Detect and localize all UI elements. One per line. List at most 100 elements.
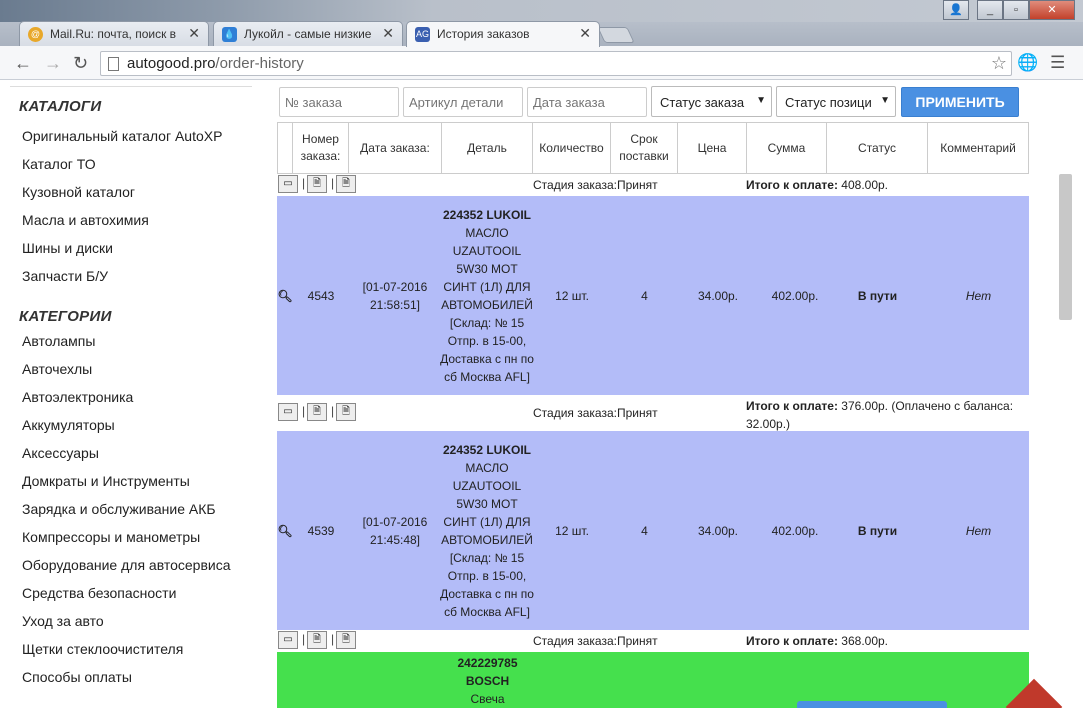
sidebar-item-body[interactable]: Кузовной каталог — [22, 184, 135, 200]
reload-icon[interactable]: ↻ — [73, 53, 88, 73]
browser-toolbar: ← → ↻ autogood.pro/order-history ☆ 🌐 ☰ — [0, 46, 1083, 80]
page-content: КАТАЛОГИ Оригинальный каталог AutoXP Кат… — [0, 81, 1083, 708]
header-sum: Сумма — [747, 122, 827, 174]
close-tab-icon[interactable]: ✕ — [579, 25, 591, 42]
sidebar-item-to[interactable]: Каталог ТО — [22, 156, 96, 172]
order-date: [01-07-2016 21:45:48] — [362, 514, 428, 547]
header-price: Цена — [678, 122, 747, 174]
tab-order-history[interactable]: AG История заказов ✕ — [406, 21, 600, 47]
sidebar-item-lamps[interactable]: Автолампы — [22, 333, 95, 349]
close-tab-icon[interactable]: ✕ — [382, 25, 394, 42]
address-bar[interactable]: autogood.pro/order-history ☆ — [100, 51, 1012, 76]
total-label: Итого к оплате: — [746, 634, 838, 648]
tab-label: Лукойл - самые низкие ц — [244, 27, 374, 41]
sidebar-item-electronics[interactable]: Автоэлектроника — [22, 389, 133, 405]
order-stage-row: ▭ | 🗎 | 🗎 Стадия заказа:Принят Итого к о… — [277, 174, 1029, 196]
back-icon[interactable]: ← — [14, 53, 32, 73]
status: В пути — [857, 523, 898, 538]
globe-icon[interactable]: 🌐 — [1017, 53, 1038, 73]
order-total: Итого к оплате: 408.00р. — [746, 178, 1026, 192]
order-total: Итого к оплате: 376.00р. (Оплачено с бал… — [746, 397, 1028, 433]
sidebar-item-accessories[interactable]: Аксессуары — [22, 445, 99, 461]
new-tab-button[interactable] — [597, 27, 635, 43]
categories-heading: КАТЕГОРИИ — [19, 308, 112, 325]
part-description: МАСЛО UZAUTOOIL 5W30 МОТ СИНТ (1Л) ДЛЯ А… — [440, 460, 534, 619]
header-order-date: Дата заказа: — [349, 122, 442, 174]
order-number: 4543 — [307, 288, 335, 303]
article-input[interactable] — [403, 87, 523, 117]
order-date-input[interactable] — [527, 87, 647, 117]
catalogs-heading: КАТАЛОГИ — [19, 98, 102, 115]
sidebar-item-batteries[interactable]: Аккумуляторы — [22, 417, 115, 433]
header-status: Статус — [827, 122, 928, 174]
document-icon[interactable]: 🗎 — [307, 175, 327, 193]
ag-favicon: AG — [415, 27, 430, 42]
minimize-button[interactable]: _ — [977, 0, 1003, 20]
sidebar-item-safety[interactable]: Средства безопасности — [22, 585, 176, 601]
sidebar-item-tires[interactable]: Шины и диски — [22, 240, 113, 256]
tab-mailru[interactable]: @ Mail.Ru: почта, поиск в и ✕ — [19, 21, 209, 46]
url-path: /order-history — [215, 55, 304, 72]
part-cell: 224352 LUKOIL МАСЛО UZAUTOOIL 5W30 МОТ С… — [439, 431, 535, 630]
part-cell: 242229785 BOSCH Свеча — [442, 654, 533, 708]
header-delivery-term: Срок поставки — [611, 122, 678, 174]
sidebar-item-jacks[interactable]: Домкраты и Инструменты — [22, 473, 190, 489]
header-comment: Комментарий — [928, 122, 1029, 174]
document-icon[interactable]: 🗎 — [307, 631, 327, 649]
header-part: Деталь — [442, 122, 533, 174]
scrollbar-thumb[interactable] — [1059, 174, 1072, 320]
order-stage-row: ▭ | 🗎 | 🗎 Стадия заказа:Принят Итого к о… — [277, 395, 1029, 431]
comment: Нет — [965, 288, 992, 303]
document-icon[interactable]: 🗎 — [307, 403, 327, 421]
close-tab-icon[interactable]: ✕ — [188, 25, 200, 42]
order-status-select[interactable]: Статус заказа ▼ — [651, 86, 772, 117]
delivery-term: 4 — [641, 288, 648, 303]
bookmark-star-icon[interactable]: ☆ — [991, 53, 1007, 74]
sidebar-item-covers[interactable]: Авточехлы — [22, 361, 92, 377]
chat-widget-tab[interactable] — [797, 701, 947, 708]
tab-lukoil[interactable]: 💧 Лукойл - самые низкие ц ✕ — [213, 21, 403, 46]
browser-titlebar: @ Mail.Ru: почта, поиск в и ✕ 💧 Лукойл -… — [0, 0, 1083, 47]
sidebar-item-compressors[interactable]: Компрессоры и манометры — [22, 529, 200, 545]
card-icon[interactable]: ▭ — [278, 403, 298, 421]
card-icon[interactable]: ▭ — [278, 175, 298, 193]
maximize-button[interactable]: ▫ — [1003, 0, 1029, 20]
status: В пути — [857, 288, 898, 303]
user-icon[interactable]: 👤 — [943, 0, 969, 20]
card-icon[interactable]: ▭ — [278, 631, 298, 649]
document-icon[interactable]: 🗎 — [336, 175, 356, 193]
sidebar-item-wipers[interactable]: Щетки стеклоочистителя — [22, 641, 183, 657]
sidebar-item-equipment[interactable]: Оборудование для автосервиса — [22, 557, 231, 573]
table-row[interactable]: 🔍︎ 4543 [01-07-2016 21:58:51] 224352 LUK… — [277, 196, 1029, 395]
search-icon[interactable]: 🔍︎ — [277, 431, 293, 630]
sidebar-item-care[interactable]: Уход за авто — [22, 613, 104, 629]
menu-icon[interactable]: ☰ — [1050, 53, 1065, 73]
forward-icon[interactable]: → — [44, 53, 62, 73]
close-window-button[interactable]: ✕ — [1029, 0, 1075, 20]
table-row[interactable]: 🔍︎ 4539 [01-07-2016 21:45:48] 224352 LUK… — [277, 431, 1029, 630]
order-number-input[interactable] — [279, 87, 399, 117]
price: 34.00р. — [697, 523, 739, 538]
sidebar-item-oils[interactable]: Масла и автохимия — [22, 212, 149, 228]
header-quantity: Количество — [533, 122, 611, 174]
sidebar-item-payment[interactable]: Способы оплаты — [22, 669, 132, 685]
part-code: 224352 LUKOIL — [442, 207, 532, 222]
sidebar-item-autoxp[interactable]: Оригинальный каталог AutoXP — [22, 128, 222, 144]
document-icon[interactable]: 🗎 — [336, 403, 356, 421]
order-status-value: Статус заказа — [660, 95, 745, 110]
document-icon[interactable]: 🗎 — [336, 631, 356, 649]
sidebar: КАТАЛОГИ Оригинальный каталог AutoXP Кат… — [0, 81, 265, 708]
sidebar-divider — [10, 86, 252, 87]
apply-button[interactable]: ПРИМЕНИТЬ — [901, 87, 1019, 117]
search-icon[interactable]: 🔍︎ — [277, 196, 293, 395]
sidebar-item-charging[interactable]: Зарядка и обслуживание АКБ — [22, 501, 216, 517]
sidebar-item-used[interactable]: Запчасти Б/У — [22, 268, 108, 284]
table-row[interactable]: 242229785 BOSCH Свеча — [277, 652, 1029, 708]
pipe-separator: | — [331, 176, 335, 190]
position-status-value: Статус позици — [785, 95, 872, 110]
part-brand: BOSCH — [465, 674, 510, 688]
position-status-select[interactable]: Статус позици ▼ — [776, 86, 896, 117]
part-description: МАСЛО UZAUTOOIL 5W30 МОТ СИНТ (1Л) ДЛЯ А… — [440, 225, 534, 384]
order-date: [01-07-2016 21:58:51] — [362, 279, 428, 312]
total-value: 408.00р. — [841, 178, 889, 192]
